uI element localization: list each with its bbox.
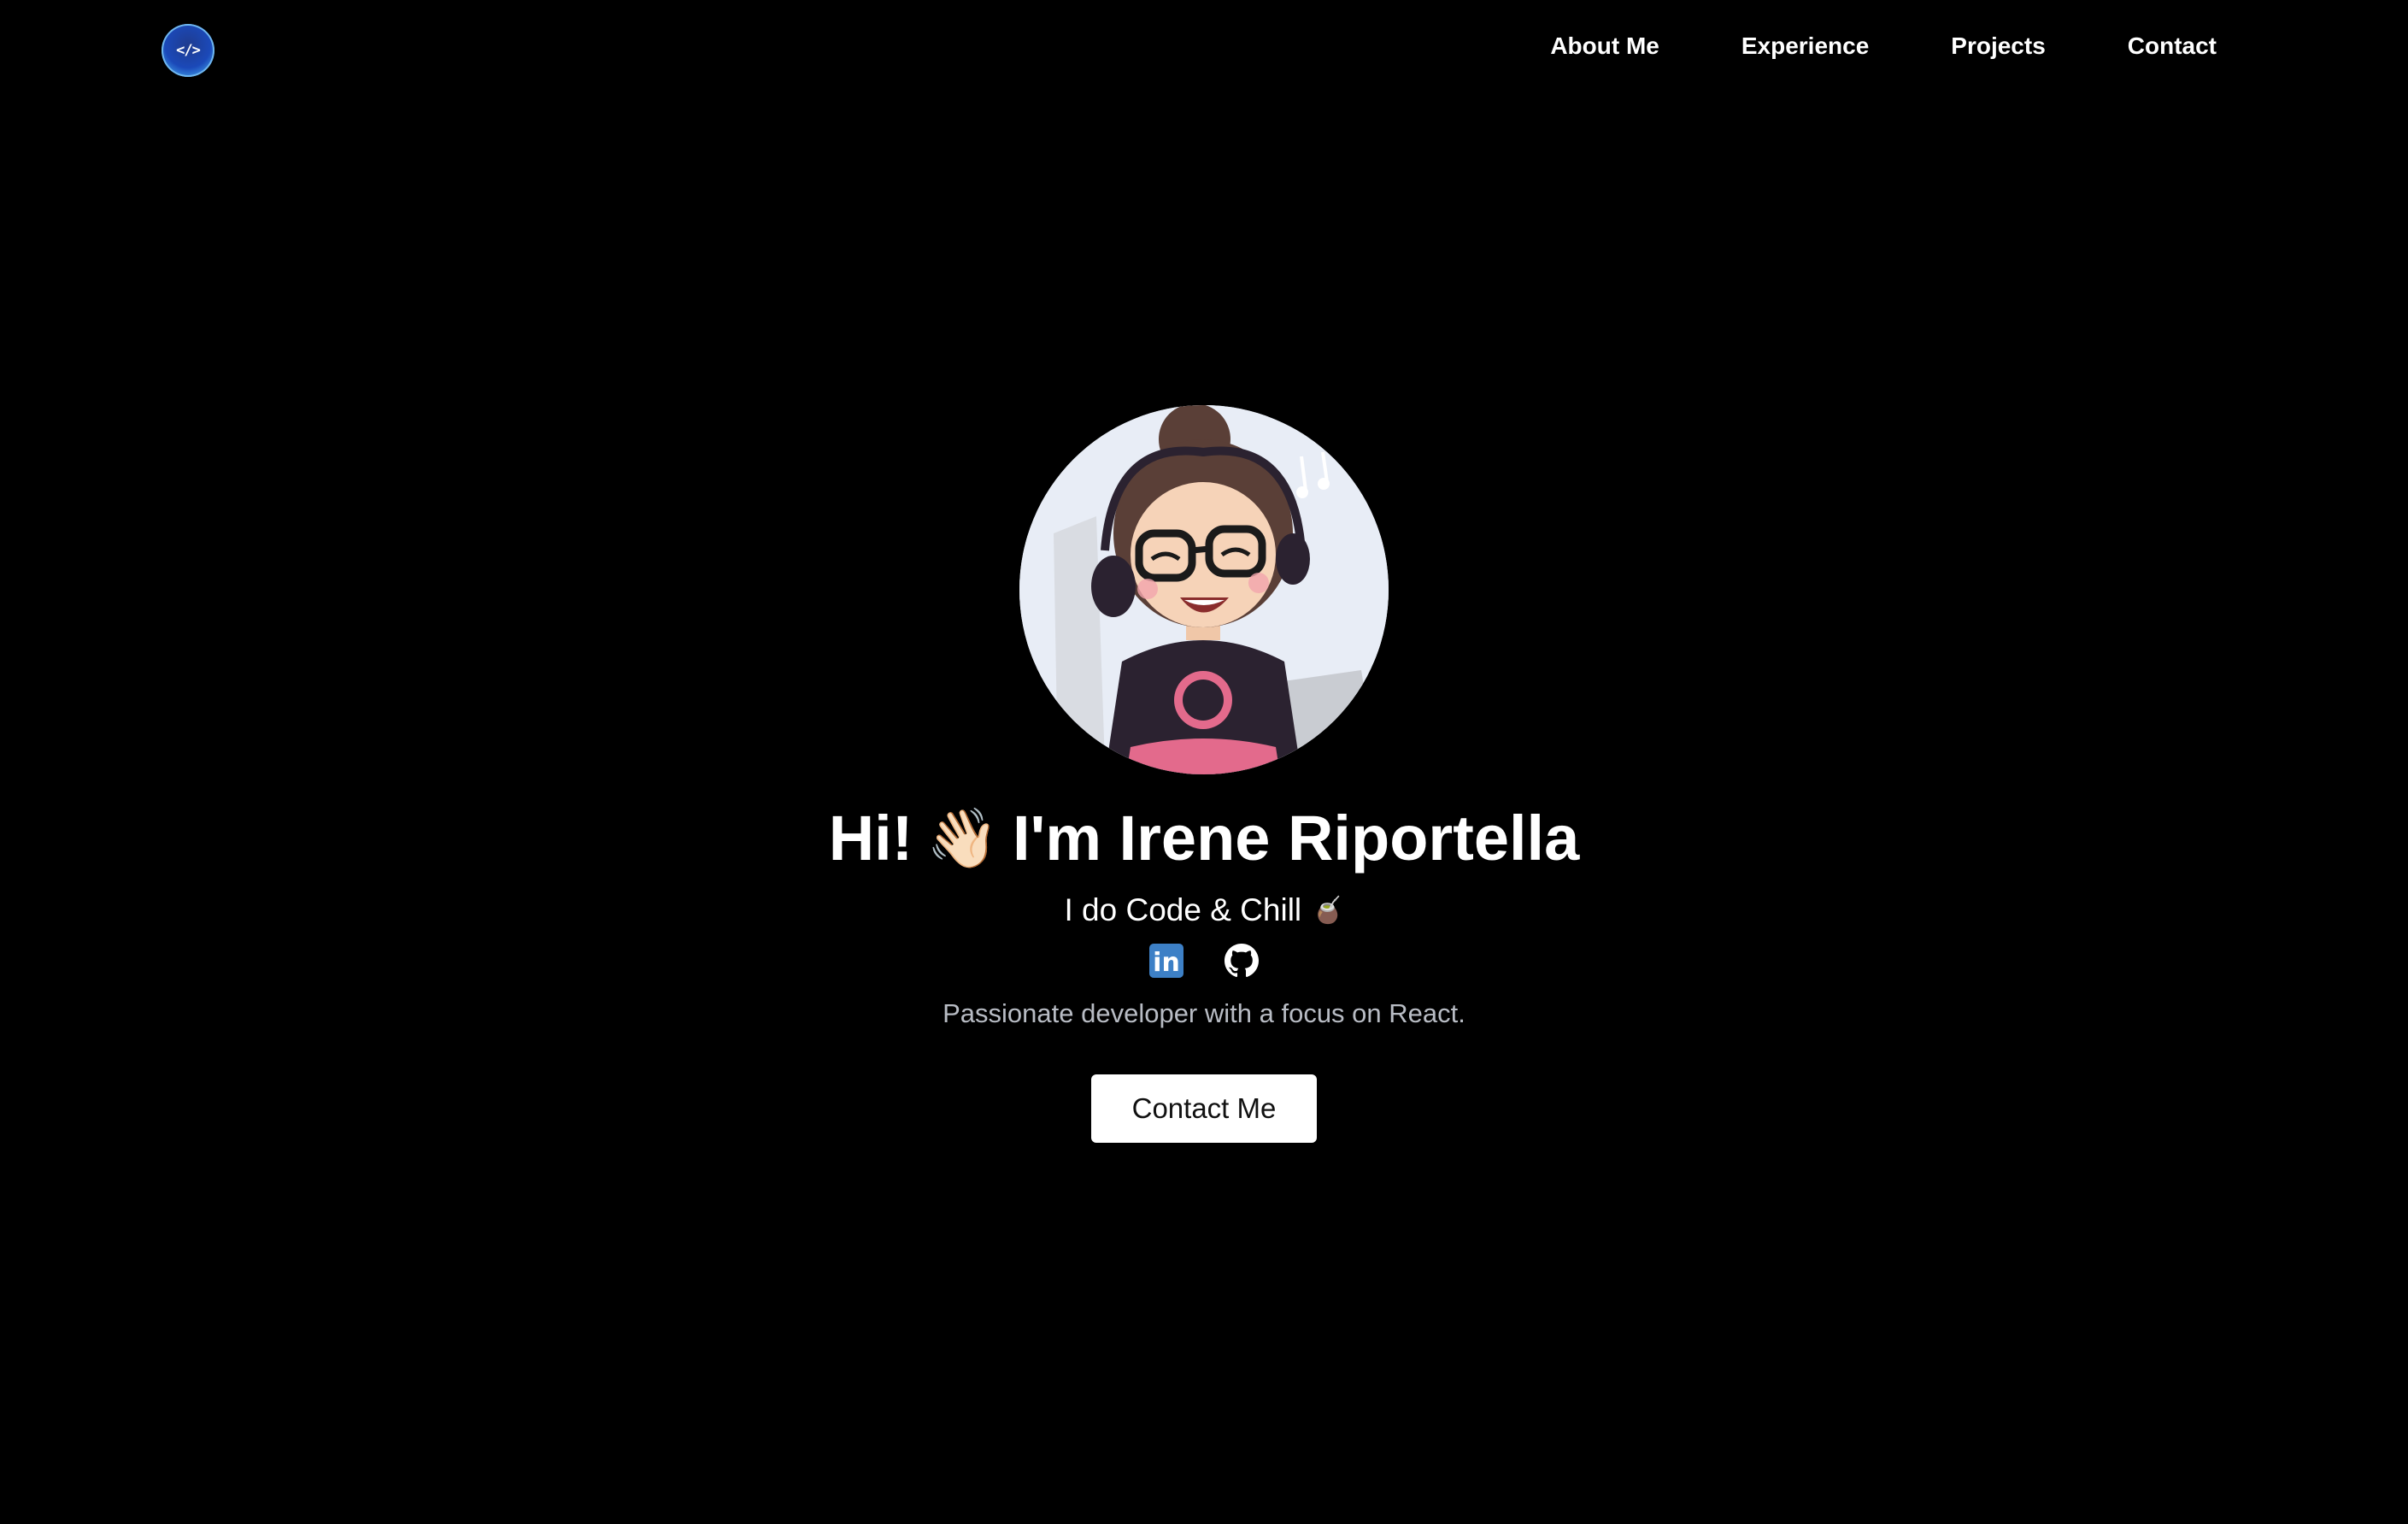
tagline-text: I do Code & Chill (1064, 892, 1302, 927)
greeting-start: Hi! (828, 803, 913, 874)
mate-drink-icon: 🧉 (1312, 896, 1344, 925)
nav-projects[interactable]: Projects (1951, 32, 2046, 60)
hero-section: Hi! 👋🏻 I'm Irene Riportella I do Code & … (0, 405, 2408, 1143)
description: Passionate developer with a focus on Rea… (943, 998, 1465, 1028)
nav-about-me[interactable]: About Me (1550, 32, 1659, 60)
waving-hand-icon: 👋🏻 (926, 806, 1000, 871)
linkedin-icon: in (1149, 944, 1183, 978)
github-link[interactable] (1224, 943, 1260, 979)
github-icon (1225, 944, 1259, 978)
nav-experience[interactable]: Experience (1741, 32, 1869, 60)
tagline: I do Code & Chill 🧉 (1064, 892, 1343, 928)
greeting-name: I'm Irene Riportella (1013, 803, 1580, 874)
nav-contact[interactable]: Contact (2128, 32, 2217, 60)
hero-title: Hi! 👋🏻 I'm Irene Riportella (829, 807, 1580, 870)
logo[interactable]: </> (162, 24, 214, 77)
contact-me-button[interactable]: Contact Me (1091, 1074, 1317, 1143)
linkedin-link[interactable]: in (1148, 943, 1184, 979)
logo-code-icon: </> (176, 42, 201, 59)
top-nav: About Me Experience Projects Contact (1550, 32, 2217, 60)
social-links: in (1148, 942, 1260, 980)
avatar (1019, 405, 1389, 774)
